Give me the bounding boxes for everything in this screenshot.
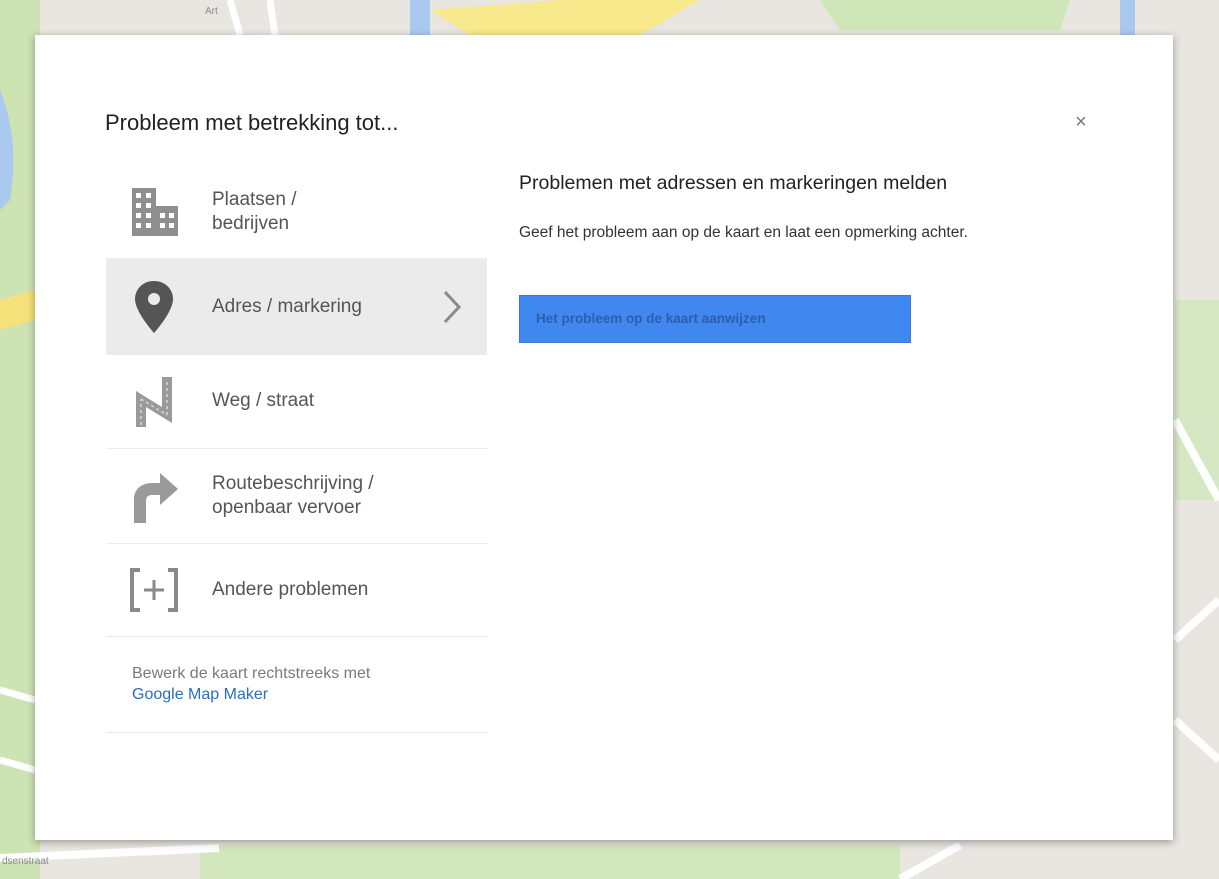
building-icon <box>132 188 178 236</box>
category-label: Adres / markering <box>212 296 362 317</box>
map-street-label: Art <box>205 6 218 17</box>
category-label: Plaatsen / bedrijven <box>212 189 297 234</box>
map-maker-link[interactable]: Google Map Maker <box>132 684 370 705</box>
panel-heading: Problemen met adressen en markeringen me… <box>519 172 948 194</box>
category-item-directions[interactable]: Routebeschrijving / openbaar vervoer <box>106 449 487 544</box>
point-on-map-button[interactable]: Het probleem op de kaart aanwijzen <box>519 295 911 343</box>
chevron-right-icon <box>443 290 462 324</box>
road-icon <box>136 377 172 427</box>
divider <box>106 732 487 733</box>
category-item-address[interactable]: Adres / markering <box>106 259 487 355</box>
map-street-label: dsenstraat <box>2 856 49 867</box>
panel-description: Geef het probleem aan op de kaart en laa… <box>519 224 968 241</box>
category-list: Plaatsen / bedrijven Adres / markering W… <box>106 166 487 637</box>
map-maker-note: Bewerk de kaart rechtstreeks met Google … <box>132 663 370 705</box>
bracket-plus-icon <box>130 568 178 612</box>
turn-arrow-icon <box>134 473 178 523</box>
close-icon: × <box>1075 111 1087 133</box>
category-item-other[interactable]: Andere problemen <box>106 544 487 637</box>
category-item-road[interactable]: Weg / straat <box>106 355 487 449</box>
report-problem-dialog: Probleem met betrekking tot... × Plaatse… <box>35 35 1173 840</box>
map-maker-text: Bewerk de kaart rechtstreeks met <box>132 665 371 682</box>
category-label: Andere problemen <box>212 579 369 600</box>
map-pin-icon <box>135 281 173 333</box>
close-button[interactable]: × <box>1070 111 1092 133</box>
category-label: Weg / straat <box>212 390 315 411</box>
dialog-title: Probleem met betrekking tot... <box>105 110 399 135</box>
category-item-places[interactable]: Plaatsen / bedrijven <box>106 166 487 259</box>
category-label: Routebeschrijving / openbaar vervoer <box>212 473 374 518</box>
